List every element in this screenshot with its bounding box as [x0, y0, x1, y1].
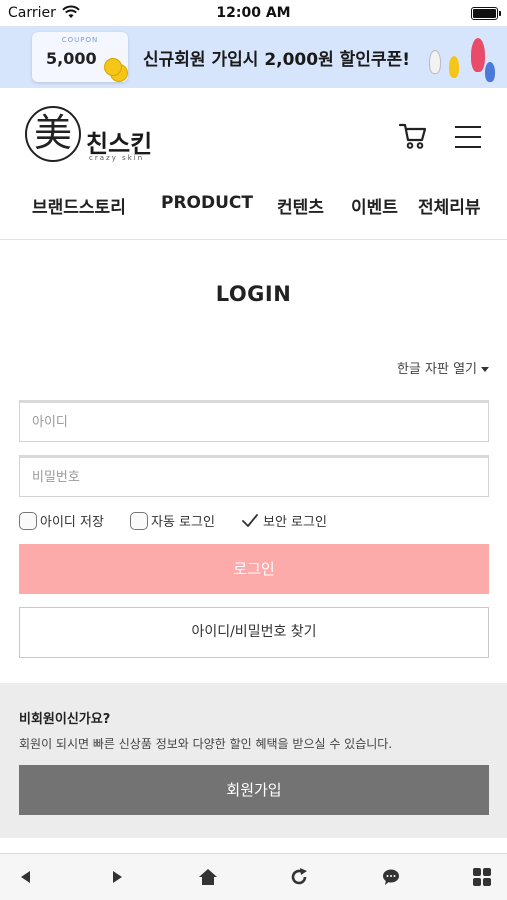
cart-icon[interactable]: [398, 122, 428, 150]
promo-banner[interactable]: COUPON 5,000 신규회원 가입시 2,000원 할인쿠폰!: [0, 26, 507, 88]
auto-login-label: 자동 로그인: [151, 515, 215, 530]
join-button[interactable]: 회원가입: [19, 765, 489, 815]
promo-text: 신규회원 가입시 2,000원 할인쿠폰!: [143, 50, 410, 70]
home-icon[interactable]: [197, 866, 219, 888]
join-section: 비회원이신가요? 회원이 되시면 빠른 신상품 정보와 다양한 할인 혜택을 받…: [0, 683, 507, 838]
secure-login-label: 보안 로그인: [263, 515, 327, 530]
nav-item-event[interactable]: 이벤트: [351, 193, 398, 218]
logo-mark[interactable]: 美: [25, 106, 81, 162]
find-id-password-button[interactable]: 아이디/비밀번호 찾기: [19, 607, 489, 658]
password-input[interactable]: [20, 458, 488, 496]
checkbox-box[interactable]: [19, 511, 37, 530]
chat-icon[interactable]: [380, 866, 402, 888]
save-id-label: 아이디 저장: [40, 515, 104, 530]
status-bar: Carrier 12:00 AM: [0, 0, 507, 26]
site-header: 美 친스킨 crazy skin: [0, 88, 507, 183]
save-id-checkbox[interactable]: 아이디 저장: [19, 511, 104, 530]
nav-item-brand-story[interactable]: 브랜드스토리: [32, 193, 126, 218]
id-field[interactable]: [19, 400, 489, 442]
forward-icon[interactable]: [106, 866, 128, 888]
keyboard-toggle[interactable]: 한글 자판 열기: [397, 358, 489, 377]
coupon-amount: 5,000: [46, 49, 97, 68]
hamburger-menu-icon[interactable]: [455, 126, 481, 148]
auto-login-checkbox[interactable]: 자동 로그인: [130, 511, 215, 530]
nav-item-all-reviews[interactable]: 전체리뷰: [418, 193, 481, 218]
login-button[interactable]: 로그인: [19, 544, 489, 594]
battery-icon: [471, 7, 501, 20]
browser-toolbar: [0, 853, 507, 900]
main-nav: 브랜드스토리 PRODUCT 컨텐츠 이벤트 전체리뷰: [0, 183, 507, 240]
secure-login-option[interactable]: 보안 로그인: [241, 511, 327, 530]
back-icon[interactable]: [15, 866, 37, 888]
id-input[interactable]: [20, 403, 488, 441]
password-field[interactable]: [19, 455, 489, 497]
page-title: LOGIN: [215, 282, 292, 306]
logo-subtitle: crazy skin: [89, 154, 145, 162]
caret-down-icon: [481, 367, 489, 372]
nav-item-product[interactable]: PRODUCT: [161, 193, 253, 213]
join-description: 회원이 되시면 빠른 신상품 정보와 다양한 할인 혜택을 받으실 수 있습니다…: [19, 737, 393, 751]
people-illustration: [427, 36, 499, 88]
checkbox-box[interactable]: [130, 511, 148, 530]
checkmark-icon: [242, 513, 258, 527]
coupon-label: COUPON: [61, 36, 99, 44]
reload-icon[interactable]: [288, 866, 310, 888]
nav-item-contents[interactable]: 컨텐츠: [277, 193, 324, 218]
apps-grid-icon[interactable]: [471, 866, 493, 888]
login-options: 아이디 저장 자동 로그인 보안 로그인: [19, 511, 489, 531]
coins-icon: [102, 58, 130, 82]
keyboard-toggle-label: 한글 자판 열기: [396, 362, 477, 377]
join-title: 비회원이신가요?: [19, 712, 111, 727]
clock: 12:00 AM: [216, 5, 291, 21]
